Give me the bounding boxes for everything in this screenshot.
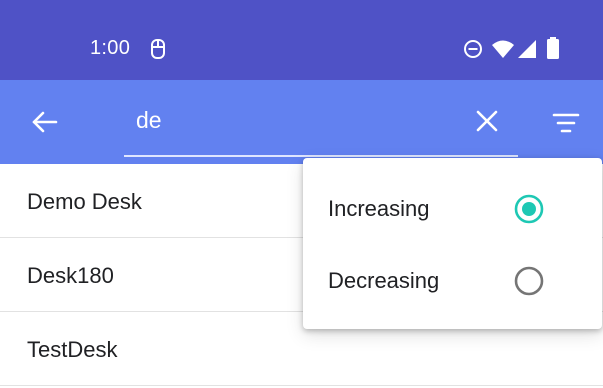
sort-menu: Increasing Decreasing [303, 158, 602, 329]
status-time: 1:00 [90, 37, 131, 59]
list-item-label: Demo Desk [27, 189, 142, 214]
sort-filter-icon [552, 113, 580, 133]
mouse-icon [151, 39, 165, 59]
app-bar [0, 80, 603, 164]
radio-unselected-icon[interactable] [513, 265, 545, 297]
sort-option-label: Increasing [328, 196, 430, 221]
do-not-disturb-icon [464, 40, 482, 58]
close-icon [476, 110, 498, 132]
wifi-icon [492, 40, 514, 58]
screen: 1:00 de Demo Desk Desk180 TestDesk Incre… [0, 0, 603, 388]
signal-icon [518, 40, 536, 58]
arrow-left-icon [32, 111, 58, 133]
search-input[interactable] [124, 100, 466, 140]
search-underline [124, 155, 518, 157]
list-item-label: TestDesk [27, 337, 118, 362]
sort-option-label: Decreasing [328, 268, 440, 293]
list-item-label: Desk180 [27, 263, 114, 288]
back-button[interactable] [22, 100, 66, 144]
radio-selected-icon[interactable] [513, 193, 545, 225]
battery-icon [547, 37, 559, 59]
sort-filter-button[interactable] [544, 100, 588, 144]
clear-search-button[interactable] [466, 100, 510, 144]
status-bar: 1:00 [0, 0, 603, 80]
sort-option-increasing[interactable]: Increasing [303, 174, 602, 244]
sort-option-decreasing[interactable]: Decreasing [303, 246, 602, 316]
